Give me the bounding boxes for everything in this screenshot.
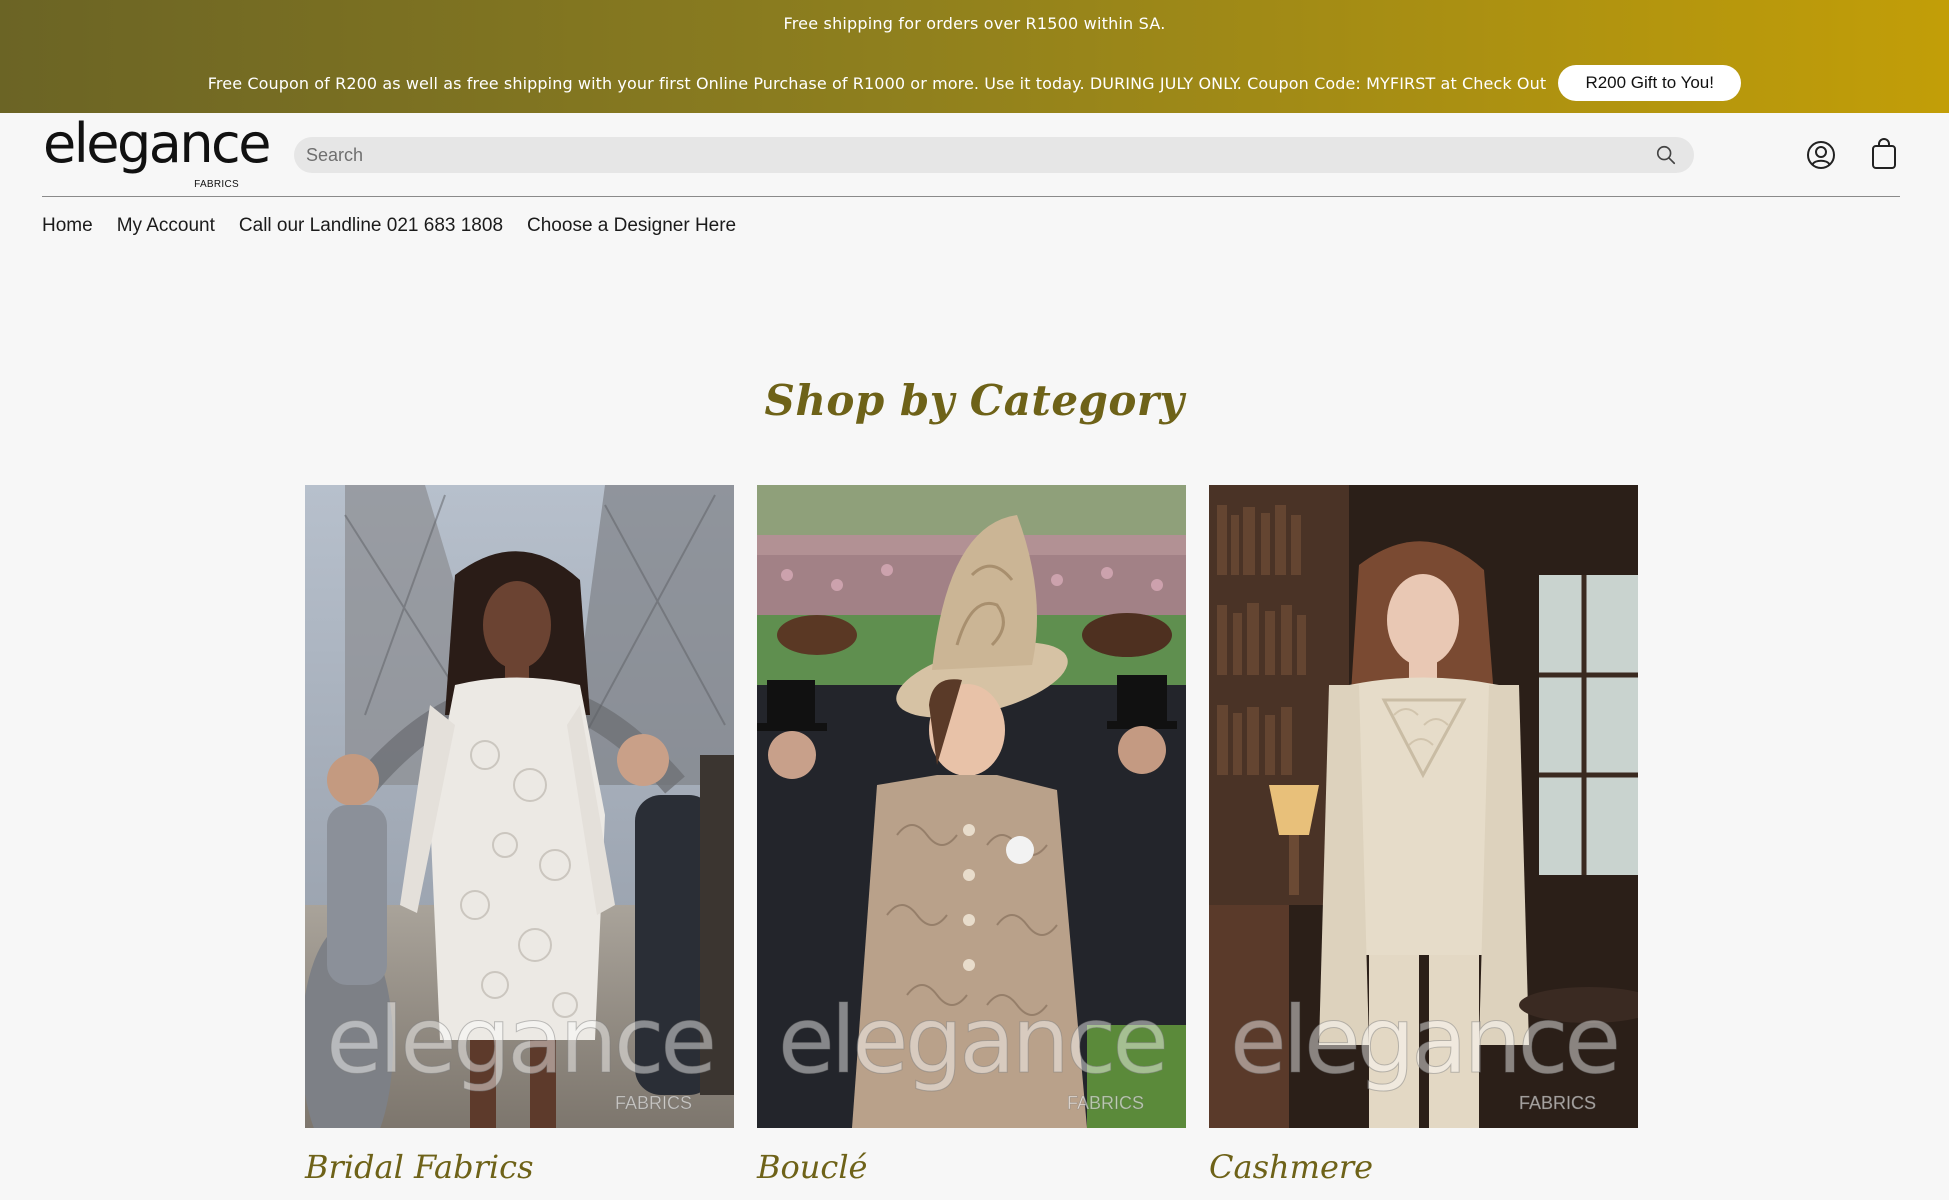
- category-label-bridal[interactable]: Bridal Fabrics: [305, 1148, 734, 1186]
- watermark-text: elegance: [325, 987, 717, 1094]
- category-image-bridal[interactable]: elegance FABRICS: [305, 485, 734, 1128]
- announcement-promo-row: Free Coupon of R200 as well as free ship…: [0, 65, 1949, 101]
- search-bar: [294, 137, 1694, 173]
- category-card-boucle[interactable]: elegance FABRICS Bouclé: [757, 485, 1186, 1186]
- nav-item-home[interactable]: Home: [42, 215, 93, 237]
- announcement-shipping-text: Free shipping for orders over R1500 with…: [783, 14, 1166, 33]
- search-icon[interactable]: [1654, 143, 1678, 167]
- watermark-subtext: FABRICS: [1066, 1093, 1145, 1114]
- watermark-subtext: FABRICS: [614, 1093, 693, 1114]
- category-label-cashmere[interactable]: Cashmere: [1209, 1148, 1638, 1186]
- nav-item-my-account[interactable]: My Account: [117, 215, 215, 237]
- category-image-boucle[interactable]: elegance FABRICS: [757, 485, 1186, 1128]
- category-card-cashmere[interactable]: elegance FABRICS Cashmere: [1209, 485, 1638, 1186]
- logo-subtext: FABRICS: [194, 179, 239, 190]
- logo[interactable]: elegance FABRICS: [43, 117, 271, 191]
- watermark-text: elegance: [777, 987, 1169, 1094]
- category-card-bridal[interactable]: elegance FABRICS Bridal Fabrics: [305, 485, 734, 1186]
- category-grid: elegance FABRICS Bridal Fabrics elegance…: [305, 485, 1638, 1186]
- logo-wordmark: elegance: [43, 112, 271, 175]
- main-nav: Home My Account Call our Landline 021 68…: [42, 212, 736, 240]
- watermark-text: elegance: [1229, 987, 1621, 1094]
- nav-item-landline[interactable]: Call our Landline 021 683 1808: [239, 215, 503, 237]
- cart-icon[interactable]: [1870, 138, 1898, 170]
- gift-button[interactable]: R200 Gift to You!: [1558, 65, 1742, 101]
- category-label-boucle[interactable]: Bouclé: [757, 1148, 1186, 1186]
- search-input[interactable]: [294, 137, 1654, 173]
- nav-item-choose-designer[interactable]: Choose a Designer Here: [527, 215, 736, 237]
- announcement-promo-text: Free Coupon of R200 as well as free ship…: [207, 73, 1547, 93]
- announcement-bar: Free shipping for orders over R1500 with…: [0, 0, 1949, 113]
- section-title: Shop by Category: [764, 376, 1185, 425]
- account-icon[interactable]: [1806, 140, 1836, 170]
- site-header: elegance FABRICS: [0, 113, 1949, 197]
- watermark-subtext: FABRICS: [1518, 1093, 1597, 1114]
- category-image-cashmere[interactable]: elegance FABRICS: [1209, 485, 1638, 1128]
- header-divider: [42, 196, 1900, 197]
